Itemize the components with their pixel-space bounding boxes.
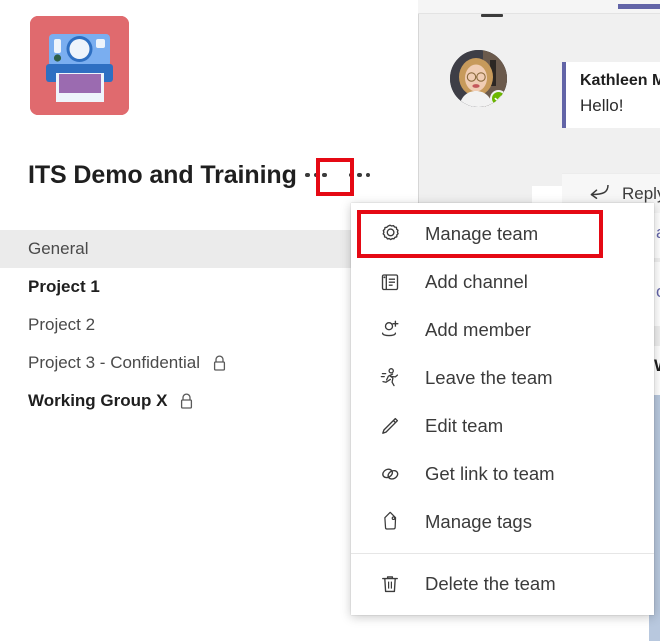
team-overflow-options-button[interactable] [343,158,377,192]
ellipsis-dot [357,172,362,178]
reply-arrow-icon [588,183,610,204]
menu-item-label: Delete the team [425,573,556,594]
menu-item-label: Edit team [425,415,504,436]
menu-item-label: Manage team [425,223,539,244]
instant-camera-icon [30,16,129,115]
menu-item-delete-the-team[interactable]: Delete the team [351,560,654,608]
gear-icon [377,221,403,247]
lock-icon [212,354,227,372]
menu-item-label: Manage tags [425,511,532,532]
menu-item-leave-the-team[interactable]: Leave the team [351,354,654,402]
message-body: Hello! [580,96,624,115]
menu-item-label: Get link to team [425,463,555,484]
menu-separator [351,553,654,554]
menu-item-get-link-to-team[interactable]: Get link to team [351,450,654,498]
ellipsis-dot [313,172,319,178]
link-icon [377,461,403,487]
pencil-icon [377,413,403,439]
lock-icon [179,392,194,410]
menu-item-add-member[interactable]: Add member [351,306,654,354]
menu-item-label: Leave the team [425,367,553,388]
avatar [450,50,507,107]
person-add-icon [377,317,403,343]
message-bubble: Kathleen M Hello! [562,62,660,128]
menu-item-manage-tags[interactable]: Manage tags [351,498,654,546]
channel-icon [377,269,403,295]
channel-label: Project 2 [28,315,96,334]
menu-item-label: Add channel [425,271,528,292]
team-header: ITS Demo and Training [28,155,376,195]
ellipsis-dot [305,172,310,178]
team-context-menu: Manage team Add channel Add member Leave… [351,203,654,615]
page-title: ITS Demo and Training [28,160,297,189]
message-author: Kathleen M [580,72,660,89]
channel-label: General [28,239,89,258]
team-avatar [30,16,129,115]
background-text-fragment: W [654,356,660,376]
active-tab-indicator [618,4,660,9]
menu-item-add-channel[interactable]: Add channel [351,258,654,306]
collapse-handle[interactable] [481,14,503,17]
channel-label: Project 1 [28,277,100,296]
ellipsis-dot [365,172,371,178]
menu-item-manage-team[interactable]: Manage team [351,210,654,258]
background-link-fragment: o [656,282,660,302]
reply-label: Reply [622,183,660,203]
team-more-options-button[interactable] [299,158,333,192]
presence-available-icon [490,90,507,107]
ellipsis-dot [322,172,327,178]
menu-item-label: Add member [425,319,531,340]
chat-topbar [418,0,660,14]
ellipsis-dot [348,172,354,178]
channel-label: Project 3 - Confidential [28,353,200,372]
running-person-icon [377,365,403,391]
menu-item-edit-team[interactable]: Edit team [351,402,654,450]
tag-icon [377,509,403,535]
channel-label: Working Group X [28,391,168,410]
trash-icon [377,571,403,597]
background-link-fragment: a [656,223,660,243]
